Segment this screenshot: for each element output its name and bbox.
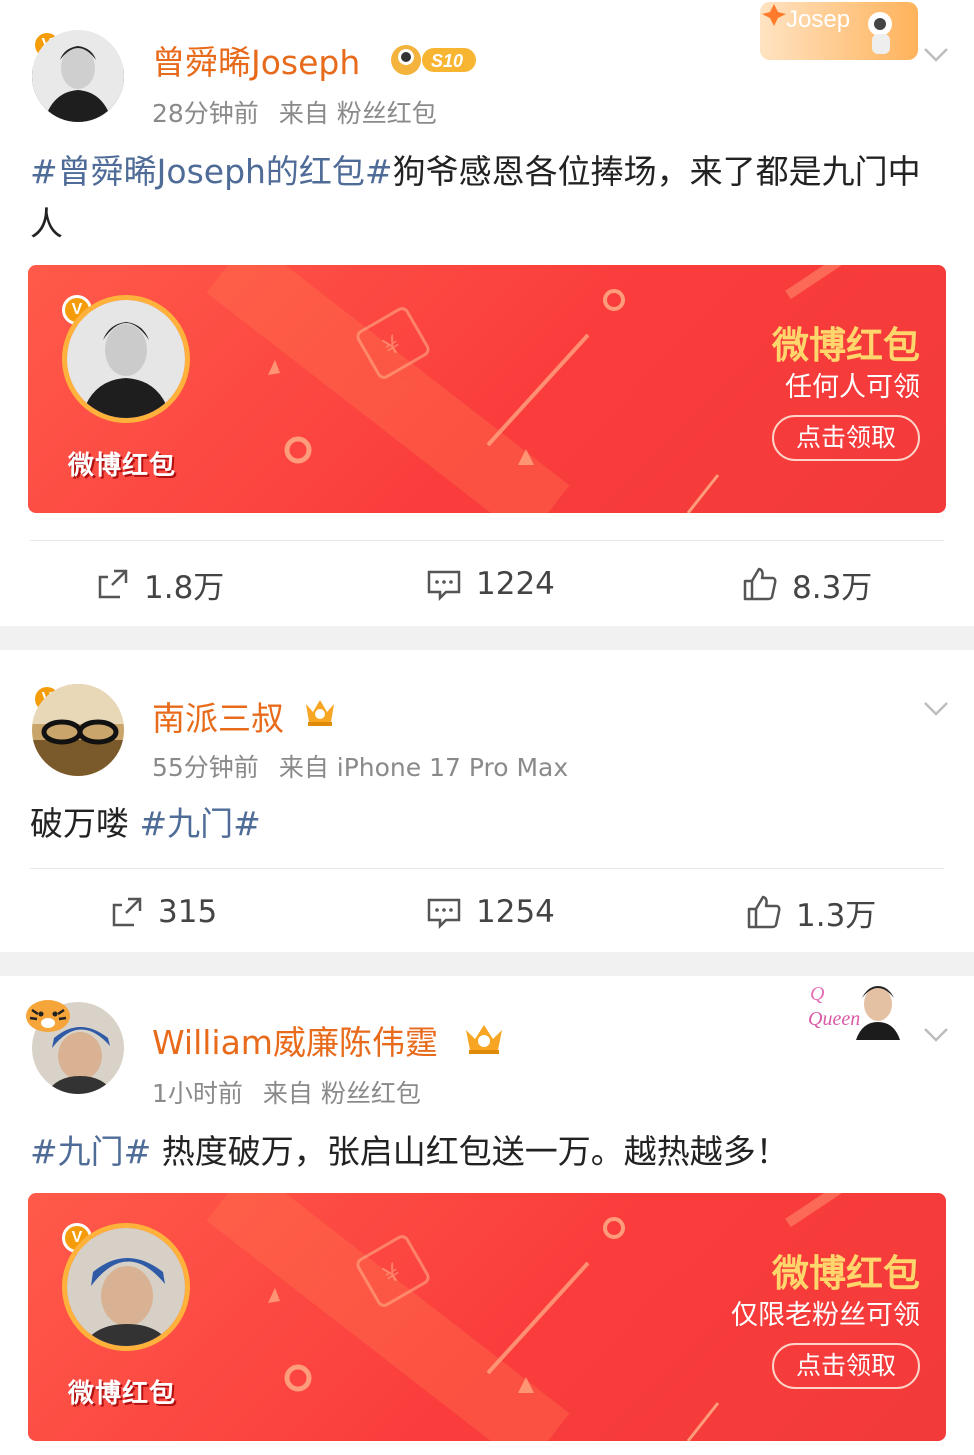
- post-text: #九门# 热度破万，张启山红包送一万。越热越多！: [30, 1126, 950, 1178]
- red-packet-card[interactable]: ¥ V 微博红包 微博红包 任何人可领 点击领取: [28, 265, 946, 513]
- red-packet-logo: 微博红包: [68, 1379, 177, 1409]
- topic-link[interactable]: #九门#: [30, 1132, 151, 1171]
- like-icon: [743, 567, 777, 601]
- avatar-photo: [32, 30, 124, 122]
- red-packet-title: 微博红包: [772, 1252, 920, 1295]
- like-icon: [747, 895, 781, 929]
- tiger-icon: [26, 1000, 70, 1032]
- post-card[interactable]: V 曾舜晞Joseph S10 Josep 28分钟前来自 粉丝红包 #曾舜晞J…: [0, 0, 974, 626]
- avatar-photo: [67, 1228, 185, 1346]
- avatar-photo: [67, 300, 185, 418]
- comment-button[interactable]: 1224: [426, 544, 555, 624]
- card-decoration[interactable]: Queen Q: [806, 978, 908, 1040]
- author-name[interactable]: 南派三叔: [152, 692, 284, 740]
- like-count: 8.3万: [792, 569, 873, 606]
- crown-icon[interactable]: [302, 694, 338, 728]
- repost-icon: [98, 569, 128, 599]
- red-packet-card[interactable]: ¥ V 微博红包 微博红包 仅限老粉丝可领 点击领取: [28, 1193, 946, 1441]
- red-packet-avatar: V: [62, 1223, 194, 1355]
- repost-count: 1.8万: [144, 569, 225, 606]
- author-name[interactable]: 曾舜晞Joseph: [152, 36, 360, 84]
- crown-icon[interactable]: [462, 1020, 506, 1056]
- chevron-down-icon[interactable]: [922, 40, 950, 68]
- repost-icon: [112, 897, 142, 927]
- post-meta: 1小时前 来自 粉丝红包: [152, 1074, 441, 1110]
- author-avatar[interactable]: V: [32, 684, 132, 784]
- chevron-down-icon[interactable]: [922, 1020, 950, 1048]
- avatar-photo: [32, 684, 124, 776]
- level-badge-text: S10: [431, 51, 463, 71]
- author-name[interactable]: William威廉陈伟霆: [152, 1016, 438, 1064]
- like-button[interactable]: 8.3万: [742, 544, 872, 624]
- post-body: 热度破万，张启山红包送一万。越热越多！: [151, 1132, 789, 1171]
- portrait-icon: Q: [810, 983, 900, 1040]
- comment-icon: [427, 570, 461, 601]
- like-button[interactable]: 1.3万: [746, 872, 876, 952]
- post-time: 55分钟前: [152, 753, 259, 782]
- topic-link[interactable]: #九门#: [140, 804, 261, 843]
- topic-link[interactable]: #曾舜晞Joseph的红包#: [30, 152, 393, 191]
- red-packet-title: 微博红包: [772, 324, 920, 367]
- post-meta: 55分钟前 来自 iPhone 17 Pro Max: [152, 748, 588, 784]
- red-packet-subtitle: 任何人可领: [785, 372, 920, 403]
- post-time: 1小时前: [152, 1079, 243, 1108]
- comment-count: 1254: [476, 894, 555, 930]
- red-packet-subtitle: 仅限老粉丝可领: [731, 1300, 920, 1331]
- astronaut-icon: [762, 4, 892, 54]
- claim-button[interactable]: 点击领取: [772, 415, 920, 461]
- post-source: 来自 粉丝红包: [262, 1079, 421, 1108]
- like-count: 1.3万: [796, 897, 877, 934]
- author-avatar[interactable]: V: [32, 30, 132, 130]
- post-card[interactable]: V 南派三叔 55分钟前来自 iPhone 17 Pro Max 破万喽 #九门…: [0, 650, 974, 952]
- action-bar: 1.8万 1224 8.3万: [0, 544, 974, 624]
- post-text: 破万喽 #九门#: [30, 798, 950, 850]
- action-bar: 315 1254 1.3万: [0, 872, 974, 952]
- red-packet-logo: 微博红包: [68, 451, 177, 481]
- post-card[interactable]: V William威廉陈伟霆 Queen Q 1小时前来自 粉丝红包 #九门# …: [0, 976, 974, 1455]
- post-text: #曾舜晞Joseph的红包#狗爷感恩各位捧场，来了都是九门中人: [30, 146, 950, 250]
- red-packet-avatar: V: [62, 295, 194, 427]
- member-level-badge[interactable]: S10: [390, 42, 480, 78]
- repost-count: 315: [158, 894, 218, 930]
- divider: [30, 540, 944, 541]
- post-meta: 28分钟前 来自 粉丝红包: [152, 94, 457, 130]
- divider: [30, 868, 944, 869]
- post-source: 来自 iPhone 17 Pro Max: [278, 753, 569, 782]
- comment-count: 1224: [476, 566, 555, 602]
- chevron-down-icon[interactable]: [922, 694, 950, 722]
- svg-text:Q: Q: [810, 983, 825, 1005]
- post-time: 28分钟前: [152, 99, 259, 128]
- claim-button[interactable]: 点击领取: [772, 1343, 920, 1389]
- comment-icon: [427, 898, 461, 929]
- comment-button[interactable]: 1254: [426, 872, 555, 952]
- post-body: 破万喽: [30, 804, 140, 843]
- repost-button[interactable]: 315: [110, 872, 217, 952]
- card-decoration[interactable]: Josep: [760, 2, 918, 60]
- repost-button[interactable]: 1.8万: [96, 544, 224, 624]
- post-source: 来自 粉丝红包: [278, 99, 437, 128]
